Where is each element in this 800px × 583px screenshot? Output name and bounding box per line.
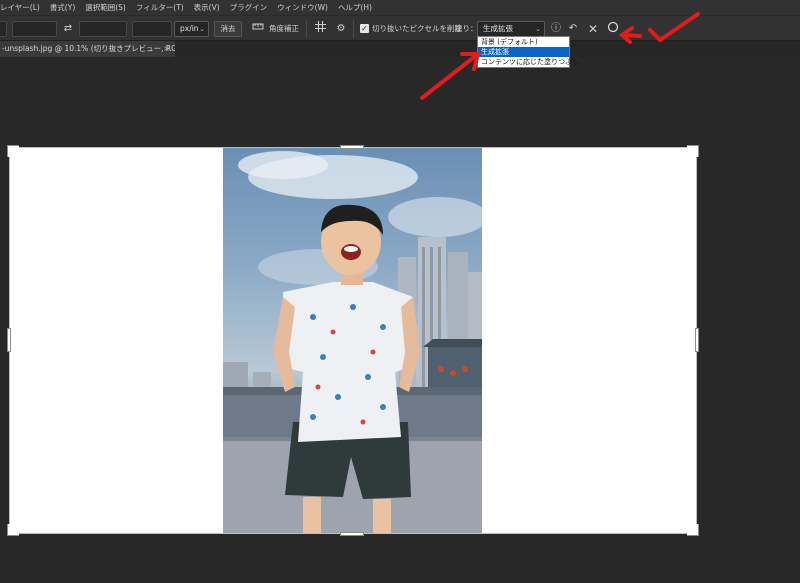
fill-select[interactable]: 生成拡張 ⌄ [477, 21, 545, 37]
height-field[interactable] [79, 21, 127, 37]
menu-filter[interactable]: フィルター(T) [131, 2, 189, 13]
fill-option-background[interactable]: 背景 (デフォルト) [478, 37, 569, 47]
straighten-icon[interactable] [251, 21, 265, 37]
swap-icon[interactable]: ⇄ [61, 21, 75, 37]
document-tab[interactable]: -unsplash.jpg @ 10.1% (切り抜きプレビュー, RGB/8)… [0, 41, 175, 57]
menu-view[interactable]: 表示(V) [189, 2, 225, 13]
delete-cropped-label[interactable]: 切り抜いたピクセルを削除 [372, 21, 462, 37]
options-bar: ⇄ px/in ⌄ 消去 角度補正 ⚙ ✓ 切り抜いたピクセルを削除 塗り： 生… [0, 15, 800, 41]
close-icon[interactable]: × [163, 41, 170, 57]
menu-type[interactable]: 書式(Y) [45, 2, 80, 13]
crop-handle-bottom[interactable] [340, 532, 364, 536]
commit-icon[interactable] [606, 21, 620, 37]
menu-layer[interactable]: レイヤー(L) [0, 2, 45, 13]
menu-select[interactable]: 選択範囲(S) [80, 2, 131, 13]
crop-handle-right[interactable] [695, 328, 699, 352]
document-tab-title: -unsplash.jpg @ 10.1% (切り抜きプレビュー, RGB/8)… [2, 44, 175, 53]
resolution-field[interactable] [132, 21, 172, 37]
crop-handle-top[interactable] [340, 145, 364, 149]
gear-icon[interactable]: ⚙ [334, 21, 348, 37]
crop-handle-left[interactable] [7, 328, 11, 352]
menu-window[interactable]: ウィンドウ(W) [272, 2, 333, 13]
cancel-icon[interactable]: ✕ [586, 21, 600, 37]
clear-button[interactable]: 消去 [214, 21, 242, 37]
unit-select-value: px/in [180, 24, 199, 33]
straighten-label[interactable]: 角度補正 [269, 21, 299, 37]
fill-select-value: 生成拡張 [483, 24, 513, 33]
unit-select[interactable]: px/in ⌄ [174, 21, 209, 37]
crop-handle-top-left[interactable] [7, 145, 19, 157]
crop-handle-top-right[interactable] [687, 145, 699, 157]
fill-label: 塗り： [455, 24, 478, 33]
reset-icon[interactable]: ↶ [566, 21, 580, 37]
grid-overlay-icon[interactable] [313, 21, 327, 37]
document-tab-bar: -unsplash.jpg @ 10.1% (切り抜きプレビュー, RGB/8)… [0, 41, 800, 57]
arrow-to-dropdown [420, 52, 480, 100]
width-field[interactable] [12, 21, 57, 37]
crop-handle-bottom-left[interactable] [7, 524, 19, 536]
menu-help[interactable]: ヘルプ(H) [333, 2, 377, 13]
crop-handle-bottom-right[interactable] [687, 524, 699, 536]
info-icon[interactable]: ⓘ [549, 21, 563, 37]
fill-dropdown-list: 背景 (デフォルト) 生成拡張 コンテンツに応じた塗りつぶし [477, 36, 579, 68]
delete-cropped-checkbox[interactable]: ✓ [360, 24, 369, 33]
chevron-down-icon: ⌄ [199, 25, 205, 33]
chevron-down-icon: ⌄ [535, 25, 541, 33]
ratio-dropdown[interactable] [0, 21, 7, 37]
menu-plugins[interactable]: プラグイン [225, 2, 273, 13]
separator [306, 20, 307, 38]
fill-option-generative-expand[interactable]: 生成拡張 [478, 47, 569, 57]
separator [353, 20, 354, 38]
fill-option-content-aware[interactable]: コンテンツに応じた塗りつぶし [478, 57, 579, 67]
menu-bar: レイヤー(L) 書式(Y) 選択範囲(S) フィルター(T) 表示(V) プラグ… [0, 0, 800, 15]
photo-image [223, 147, 482, 534]
